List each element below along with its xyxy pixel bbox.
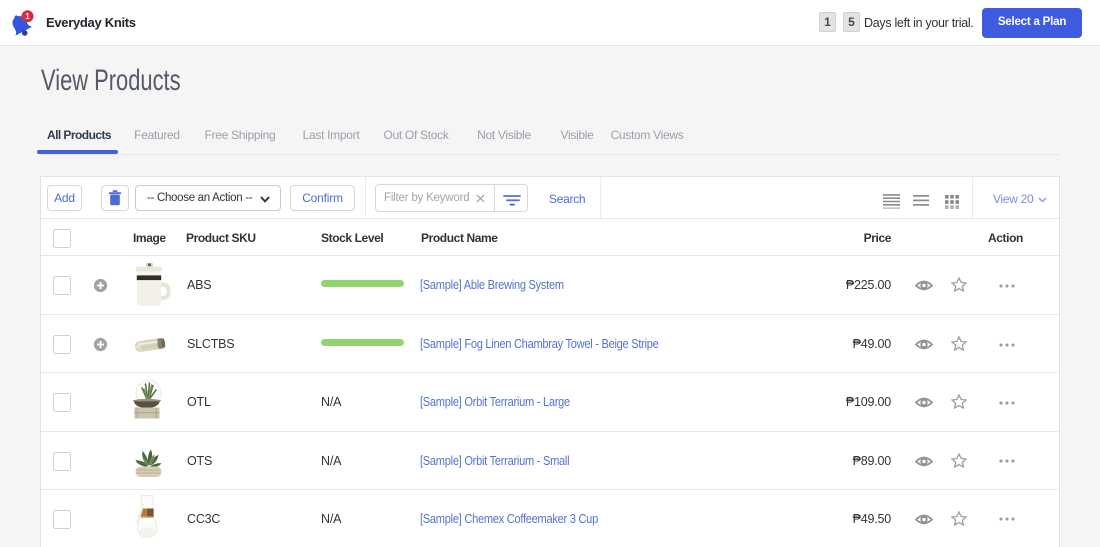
svg-text:1: 1	[25, 12, 30, 21]
